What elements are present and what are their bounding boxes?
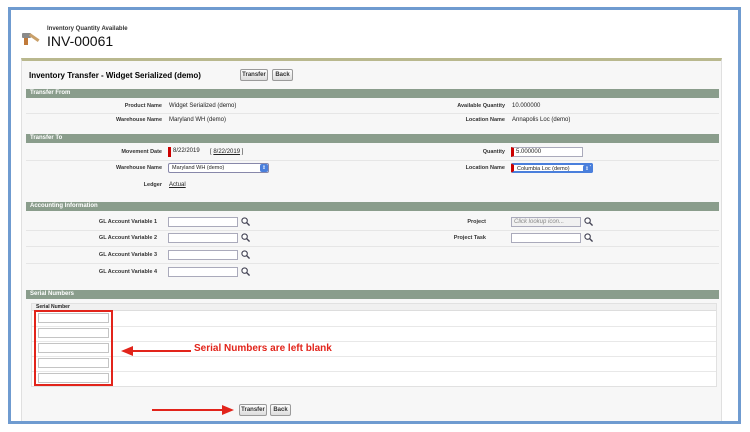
lookup-icon[interactable] (241, 250, 250, 259)
from-location-value: Annapolis Loc (demo) (512, 117, 571, 123)
gl-variable-1-label: GL Account Variable 1 (98, 219, 157, 225)
transfer-button-top[interactable]: Transfer (240, 69, 268, 81)
lookup-icon[interactable] (241, 267, 250, 276)
chevron-down-icon: ⇕ (583, 165, 591, 173)
table-row (32, 371, 716, 372)
project-label: Project (467, 219, 486, 225)
gl-variable-1-input[interactable] (168, 217, 238, 227)
lookup-icon[interactable] (584, 217, 593, 226)
available-quantity-label: Available Quantity (457, 103, 505, 109)
project-task-label: Project Task (453, 235, 486, 241)
from-location-label: Location Name (465, 117, 505, 123)
lookup-icon[interactable] (584, 233, 593, 242)
divider (26, 246, 719, 247)
annotation-highlight-box (34, 310, 113, 386)
section-transfer-to: Transfer To (26, 134, 719, 143)
today-date-link[interactable]: 8/22/2019 (213, 149, 240, 155)
from-warehouse-label: Warehouse Name (116, 117, 162, 123)
divider (26, 230, 719, 231)
to-location-selected: Columbia Loc (demo) (517, 166, 570, 172)
back-button-top[interactable]: Back (272, 69, 293, 81)
section-serial-numbers: Serial Numbers (26, 290, 719, 299)
movement-date-label: Movement Date (121, 149, 162, 155)
to-warehouse-select[interactable]: Maryland WH (demo) ⇕ (168, 163, 269, 173)
gl-variable-2-input[interactable] (168, 233, 238, 243)
quantity-input[interactable]: 5.000000 (511, 147, 583, 157)
lookup-icon[interactable] (241, 233, 250, 242)
divider (26, 263, 719, 264)
table-row (32, 341, 716, 342)
available-quantity-value: 10.000000 (512, 103, 541, 109)
panel-title: Inventory Transfer - Widget Serialized (… (29, 71, 201, 80)
gl-variable-3-label: GL Account Variable 3 (98, 252, 157, 258)
gl-variable-4-input[interactable] (168, 267, 238, 277)
page-title: INV-00061 (47, 33, 114, 49)
product-name-label: Product Name (124, 103, 162, 109)
product-name-value: Widget Serialized (demo) (169, 103, 237, 109)
lookup-icon[interactable] (241, 217, 250, 226)
to-location-select[interactable]: Columbia Loc (demo) ⇕ (511, 163, 593, 173)
from-warehouse-value: Maryland WH (demo) (169, 117, 227, 123)
to-location-label: Location Name (465, 165, 505, 171)
gl-variable-2-label: GL Account Variable 2 (98, 235, 157, 241)
table-row (32, 356, 716, 357)
annotation-arrow-left (121, 346, 191, 356)
section-accounting: Accounting Information (26, 202, 719, 211)
divider (26, 113, 719, 114)
chevron-down-icon: ⇕ (260, 164, 268, 172)
movement-date-bracket: [ 8/22/2019 ] (210, 149, 244, 155)
hammer-icon (22, 33, 40, 45)
gl-variable-3-input[interactable] (168, 250, 238, 260)
table-row (32, 326, 716, 327)
annotation-arrow-right (152, 405, 234, 415)
serial-number-column-header: Serial Number (32, 304, 716, 311)
ledger-label: Ledger (143, 182, 162, 188)
project-input[interactable]: Click lookup icon... (511, 217, 581, 227)
to-warehouse-label: Warehouse Name (116, 165, 162, 171)
divider (26, 160, 719, 161)
ledger-link[interactable]: Actual (169, 182, 186, 188)
transfer-button-bottom[interactable]: Transfer (239, 404, 267, 416)
annotation-text: Serial Numbers are left blank (194, 343, 332, 354)
back-button-bottom[interactable]: Back (270, 404, 291, 416)
screenshot-frame: Inventory Quantity Available INV-00061 I… (8, 7, 741, 424)
page-subtitle: Inventory Quantity Available (47, 26, 128, 32)
to-warehouse-selected: Maryland WH (demo) (172, 165, 225, 171)
project-task-input[interactable] (511, 233, 581, 243)
gl-variable-4-label: GL Account Variable 4 (98, 269, 157, 275)
quantity-label: Quantity (482, 149, 505, 155)
serial-number-table: Serial Number (31, 303, 717, 387)
section-transfer-from: Transfer From (26, 89, 719, 98)
page-header: Inventory Quantity Available INV-00061 (11, 10, 738, 60)
